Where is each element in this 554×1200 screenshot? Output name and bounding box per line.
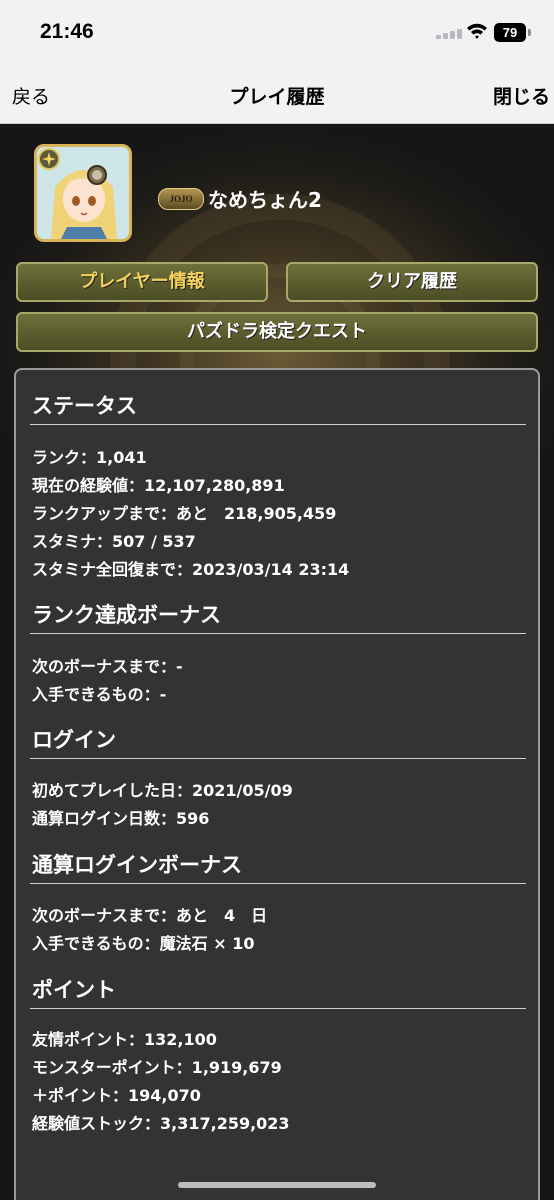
rank-value: ランク：1,041 xyxy=(32,448,147,467)
back-button[interactable]: 戻る xyxy=(12,82,50,109)
battery-icon: 79 xyxy=(494,23,526,42)
wifi-icon xyxy=(466,22,488,40)
player-info-tab[interactable]: プレイヤー情報 xyxy=(16,262,268,302)
login-bonus-item: 入手できるもの：魔法石 × 10 xyxy=(32,934,255,953)
login-days: 通算ログイン日数：596 xyxy=(32,809,210,828)
plus-points: ＋ポイント：194,070 xyxy=(32,1086,201,1105)
play-history-content: JOJO なめちょん2 プレイヤー情報 クリア履歴 パズドラ検定クエスト ステー… xyxy=(0,124,554,1200)
monster-portrait-icon xyxy=(37,147,129,239)
status-time: 21:46 xyxy=(40,20,94,43)
puzzdra-quest-button[interactable]: パズドラ検定クエスト xyxy=(16,312,538,352)
page-title: プレイ履歴 xyxy=(229,86,325,108)
friend-points: 友情ポイント：132,100 xyxy=(32,1030,217,1049)
divider xyxy=(30,1008,526,1009)
exp-stock: 経験値ストック：3,317,259,023 xyxy=(32,1114,290,1133)
divider xyxy=(30,424,526,425)
cellular-signal-icon xyxy=(436,29,466,39)
rank-bonus-next: 次のボーナスまで：- xyxy=(32,657,183,676)
divider xyxy=(30,883,526,884)
player-name: なめちょん2 xyxy=(208,188,322,212)
clear-history-tab[interactable]: クリア履歴 xyxy=(286,262,538,302)
monster-points: モンスターポイント：1,919,679 xyxy=(32,1058,282,1077)
rank-bonus-item: 入手できるもの：- xyxy=(32,685,167,704)
section-login-bonus-title: 通算ログインボーナス xyxy=(32,853,242,877)
first-play-date: 初めてプレイした日：2021/05/09 xyxy=(32,781,293,800)
divider xyxy=(30,633,526,634)
stamina-full-value: スタミナ全回復まで：2023/03/14 23:14 xyxy=(32,560,350,579)
status-bar: 21:46 79 xyxy=(0,0,554,66)
jojo-badge: JOJO xyxy=(158,188,204,210)
home-indicator[interactable] xyxy=(178,1182,376,1188)
login-bonus-next: 次のボーナスまで：あと 4 日 xyxy=(32,906,268,925)
stamina-value: スタミナ：507 / 537 xyxy=(32,532,196,551)
section-status-title: ステータス xyxy=(32,394,137,418)
rankup-value: ランクアップまで：あと 218,905,459 xyxy=(32,504,337,523)
exp-value: 現在の経験値：12,107,280,891 xyxy=(32,476,285,495)
battery-tip xyxy=(528,29,531,36)
avatar[interactable] xyxy=(34,144,132,242)
divider xyxy=(30,758,526,759)
section-rank-bonus-title: ランク達成ボーナス xyxy=(32,603,221,627)
status-panel: ステータス ランク：1,041 現在の経験値：12,107,280,891 ラン… xyxy=(14,368,540,1200)
section-points-title: ポイント xyxy=(32,978,116,1002)
navigation-bar: 戻る プレイ履歴 閉じる xyxy=(0,66,554,124)
close-button[interactable]: 閉じる xyxy=(493,82,550,109)
section-login-title: ログイン xyxy=(32,728,116,752)
